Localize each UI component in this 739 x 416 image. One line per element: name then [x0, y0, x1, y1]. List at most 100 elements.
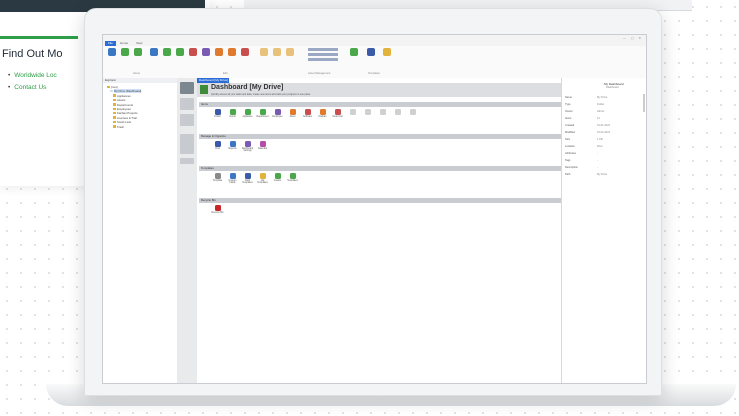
dashboard-tile[interactable]: Dashboard Settings	[241, 141, 254, 155]
card-link-list: Worldwide Loc Contact Us	[8, 70, 57, 94]
dashboard-tile[interactable]: Appliance	[241, 109, 254, 123]
tile-label: Assets	[274, 179, 281, 182]
tile-label: Smart List	[332, 115, 343, 118]
property-value: 1 KB	[597, 138, 603, 141]
folder-tree: [root] My Drive (Dashboard) Appliances A…	[107, 85, 177, 129]
dashboard-tile[interactable]: Department	[256, 109, 269, 123]
property-label: Size	[565, 138, 571, 141]
dashboard-tile[interactable]: Recycle Bin	[211, 205, 224, 219]
dashboard-tile[interactable]	[391, 109, 404, 123]
tree-item[interactable]: Trash	[107, 125, 177, 129]
tile-label: Dashboard Settings	[241, 147, 254, 153]
tile-label: List Templates	[257, 179, 268, 185]
ribbon-button[interactable]	[213, 48, 224, 68]
ribbon-button[interactable]	[187, 48, 198, 68]
dashboard-tile[interactable]: Reports	[226, 141, 239, 155]
tile-icon	[379, 109, 386, 115]
property-label: Modified	[565, 131, 575, 134]
ribbon-button[interactable]	[284, 48, 295, 68]
dashboard-tile[interactable]: Find	[211, 141, 224, 155]
ribbon-button[interactable]	[239, 48, 250, 68]
dashboard-tile[interactable]: Folder	[211, 109, 224, 123]
asset-mgmt-list[interactable]	[303, 48, 343, 68]
property-label: Description	[565, 166, 578, 169]
property-label: Location	[565, 145, 575, 148]
ribbon: Home Edit Asset Management Templates	[103, 46, 646, 79]
tile-icon	[289, 173, 296, 179]
dashboard-tile[interactable]: Employee	[271, 109, 284, 123]
dashboard-tile[interactable]	[346, 109, 359, 123]
tile-label: Folder	[214, 115, 221, 118]
dashboard-tile[interactable]: Smart List	[331, 109, 344, 123]
strip-search-button[interactable]	[180, 158, 194, 164]
ribbon-button[interactable]	[271, 48, 282, 68]
property-row: Size 1 KB	[565, 138, 643, 141]
dashboard-tile[interactable]	[376, 109, 389, 123]
tile-icon	[289, 109, 296, 115]
dashboard-tile[interactable]: List Templates	[256, 173, 269, 187]
strip-items-button[interactable]	[180, 98, 194, 110]
ribbon-button[interactable]	[119, 48, 130, 68]
tile-icon	[334, 109, 341, 115]
dashboard-tile[interactable]: Field Templates	[241, 173, 254, 187]
dashboard-tile[interactable]: Templates	[286, 173, 299, 187]
ribbon-button[interactable]	[161, 48, 172, 68]
tile-label: Kanban	[318, 115, 327, 118]
dashboard-header: Dashboard [My Drive] Quickly access all …	[197, 83, 561, 97]
tile-icon	[244, 109, 251, 115]
tile-icon	[409, 109, 416, 115]
ribbon-button[interactable]	[106, 48, 117, 68]
property-row: Location Root	[565, 145, 643, 148]
dashboard-tile[interactable]: Assets	[271, 173, 284, 187]
property-row: Description -	[565, 166, 643, 169]
tile-icon	[214, 173, 221, 179]
strip-reports-button[interactable]	[180, 114, 194, 126]
tile-label: Calendar	[257, 147, 268, 150]
property-value: My Drive	[597, 173, 608, 176]
ribbon-button[interactable]	[365, 48, 376, 68]
contact-us-link[interactable]: Contact Us	[8, 82, 57, 94]
dashboard-tile[interactable]: Kanban	[316, 109, 329, 123]
dashboard-tile[interactable]: Template	[211, 173, 224, 187]
tile-icon	[364, 109, 371, 115]
tile-icon	[229, 173, 236, 179]
dashboard-panel: Dashboard [My Drive] Dashboard [My Drive…	[197, 78, 561, 383]
property-row: Name My Drive	[565, 96, 643, 99]
properties-panel: My Dashboard Dashboard Name My Drive Type F…	[561, 78, 646, 383]
dashboard-subtitle: Quickly access all your tasks and data, …	[211, 92, 311, 96]
ribbon-group-label: Templates	[368, 72, 380, 75]
dashboard-tile[interactable]: Calendar	[256, 141, 269, 155]
dashboard-tile[interactable]: Import	[226, 109, 239, 123]
tile-icon	[259, 141, 266, 147]
property-label: Name	[565, 96, 572, 99]
tile-icon	[229, 141, 236, 147]
dashboard-tile[interactable]: Asset	[286, 109, 299, 123]
property-row: Tags -	[565, 159, 643, 162]
ribbon-button[interactable]	[381, 48, 392, 68]
tile-icon	[274, 109, 281, 115]
accent-underline	[0, 36, 78, 39]
ribbon-button[interactable]	[348, 48, 359, 68]
dashboard-tile[interactable]	[361, 109, 374, 123]
ribbon-button[interactable]	[258, 48, 269, 68]
dashboard-title: Dashboard [My Drive]	[211, 84, 284, 91]
strip-dashboard-button[interactable]	[180, 82, 194, 94]
property-value: -	[597, 159, 598, 162]
dashboard-tile[interactable]	[406, 109, 419, 123]
ribbon-button[interactable]	[148, 48, 159, 68]
section-header: Items	[199, 102, 561, 107]
properties-scrollbar[interactable]	[643, 94, 645, 112]
property-value: 01.02.2024	[597, 131, 610, 134]
strip-calendar-button[interactable]	[180, 134, 194, 154]
ribbon-button[interactable]	[226, 48, 237, 68]
ribbon-button[interactable]	[132, 48, 143, 68]
ribbon-button[interactable]	[174, 48, 185, 68]
tile-label: Template	[212, 179, 223, 182]
property-label: Owner	[565, 110, 573, 113]
ribbon-button[interactable]	[200, 48, 211, 68]
worldwide-link[interactable]: Worldwide Loc	[8, 70, 57, 82]
property-label: Created	[565, 124, 575, 127]
property-value: 01.01.2024	[597, 124, 610, 127]
dashboard-tile[interactable]: Custom Fields	[226, 173, 239, 187]
dashboard-tile[interactable]: Software	[301, 109, 314, 123]
